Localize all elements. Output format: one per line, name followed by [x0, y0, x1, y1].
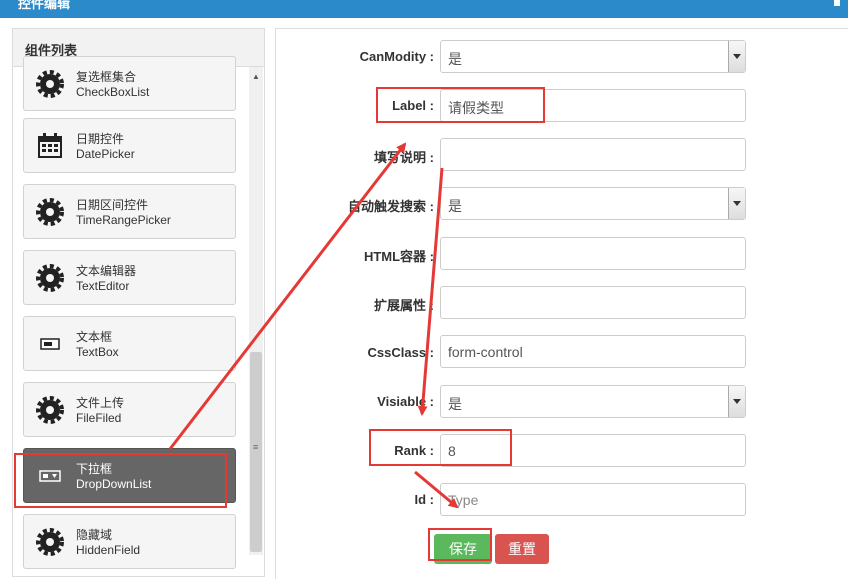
id-value: Type	[448, 492, 479, 508]
sidebar-scrollbar[interactable]: ▲ ≡	[249, 67, 263, 555]
gear-icon	[36, 70, 64, 98]
reset-button[interactable]: 重置	[495, 534, 549, 564]
calendar-icon	[38, 133, 62, 158]
component-name: 下拉框	[76, 462, 113, 476]
label-value: 请假类型	[448, 100, 504, 116]
title-bar: 控件编辑	[0, 0, 848, 18]
save-button[interactable]: 保存	[434, 534, 492, 564]
component-item-filefiled[interactable]: 文件上传 FileFiled	[23, 382, 236, 437]
component-item-textbox[interactable]: 文本框 TextBox	[23, 316, 236, 371]
component-item-hiddenfield[interactable]: 隐藏域 HiddenField	[23, 514, 236, 569]
component-name: 文本编辑器	[76, 264, 137, 278]
component-name: 复选框集合	[76, 70, 137, 84]
canmodity-value: 是	[448, 51, 462, 67]
extended-attr-label: 扩展属性 :	[374, 298, 434, 313]
scrollbar-thumb[interactable]: ≡	[250, 352, 262, 552]
component-list-panel: 组件列表 复选框集合 CheckBoxList 日期控件 DatePicker …	[12, 28, 265, 577]
id-input[interactable]: Type	[440, 483, 746, 516]
rank-label: Rank :	[394, 443, 434, 458]
dropdown-icon	[39, 470, 61, 482]
chevron-down-icon[interactable]	[728, 188, 745, 219]
gear-icon	[36, 264, 64, 292]
component-item-checkboxlist[interactable]: 复选框集合 CheckBoxList	[23, 56, 236, 111]
component-item-datepicker[interactable]: 日期控件 DatePicker	[23, 118, 236, 173]
auto-search-select[interactable]: 是	[440, 187, 746, 220]
description-label: 填写说明 :	[374, 150, 434, 165]
component-type: TimeRangePicker	[76, 213, 171, 227]
visiable-value: 是	[448, 396, 462, 412]
id-label: Id :	[414, 492, 435, 507]
rank-value: 8	[448, 443, 456, 459]
canmodity-select[interactable]: 是	[440, 40, 746, 73]
label-field-label: Label :	[392, 98, 434, 113]
component-name: 文本框	[76, 330, 113, 344]
html-container-input[interactable]	[440, 237, 746, 270]
component-name: 隐藏域	[76, 528, 113, 542]
canmodity-label: CanModity :	[359, 49, 434, 64]
auto-search-label: 自动触发搜索 :	[348, 199, 434, 214]
gear-icon	[36, 396, 64, 424]
property-form: CanModity : 是 Label : 请假类型 填写说明 : 自动触发搜索…	[275, 28, 848, 579]
gear-icon	[36, 528, 64, 556]
extended-attr-input[interactable]	[440, 286, 746, 319]
gear-icon	[36, 198, 64, 226]
cssclass-input[interactable]: form-control	[440, 335, 746, 368]
textbox-icon	[40, 338, 60, 350]
scroll-up-icon[interactable]: ▲	[252, 72, 260, 81]
component-item-dropdownlist[interactable]: 下拉框 DropDownList	[23, 448, 236, 503]
chevron-down-icon[interactable]	[728, 386, 745, 417]
component-type: TextEditor	[76, 279, 130, 293]
component-type: DropDownList	[76, 477, 152, 491]
component-name: 文件上传	[76, 396, 125, 410]
component-type: HiddenField	[76, 543, 141, 557]
grip-icon: ≡	[253, 442, 259, 452]
label-input[interactable]: 请假类型	[440, 89, 746, 122]
auto-search-value: 是	[448, 198, 462, 214]
description-input[interactable]	[440, 138, 746, 171]
cssclass-value: form-control	[448, 344, 523, 360]
rank-input[interactable]: 8	[440, 434, 746, 467]
component-type: FileFiled	[76, 411, 122, 425]
component-name: 日期控件	[76, 132, 125, 146]
component-item-timerangepicker[interactable]: 日期区间控件 TimeRangePicker	[23, 184, 236, 239]
chevron-down-icon[interactable]	[728, 41, 745, 72]
component-type: DatePicker	[76, 147, 135, 161]
visiable-select[interactable]: 是	[440, 385, 746, 418]
close-icon[interactable]	[834, 0, 840, 6]
html-container-label: HTML容器 :	[363, 249, 434, 264]
component-item-texteditor[interactable]: 文本编辑器 TextEditor	[23, 250, 236, 305]
component-type: TextBox	[76, 345, 119, 359]
cssclass-label: CssClass :	[367, 345, 434, 360]
component-name: 日期区间控件	[76, 198, 149, 212]
component-type: CheckBoxList	[76, 85, 150, 99]
window-title: 控件编辑	[18, 0, 71, 11]
visiable-label: Visiable :	[377, 394, 434, 409]
